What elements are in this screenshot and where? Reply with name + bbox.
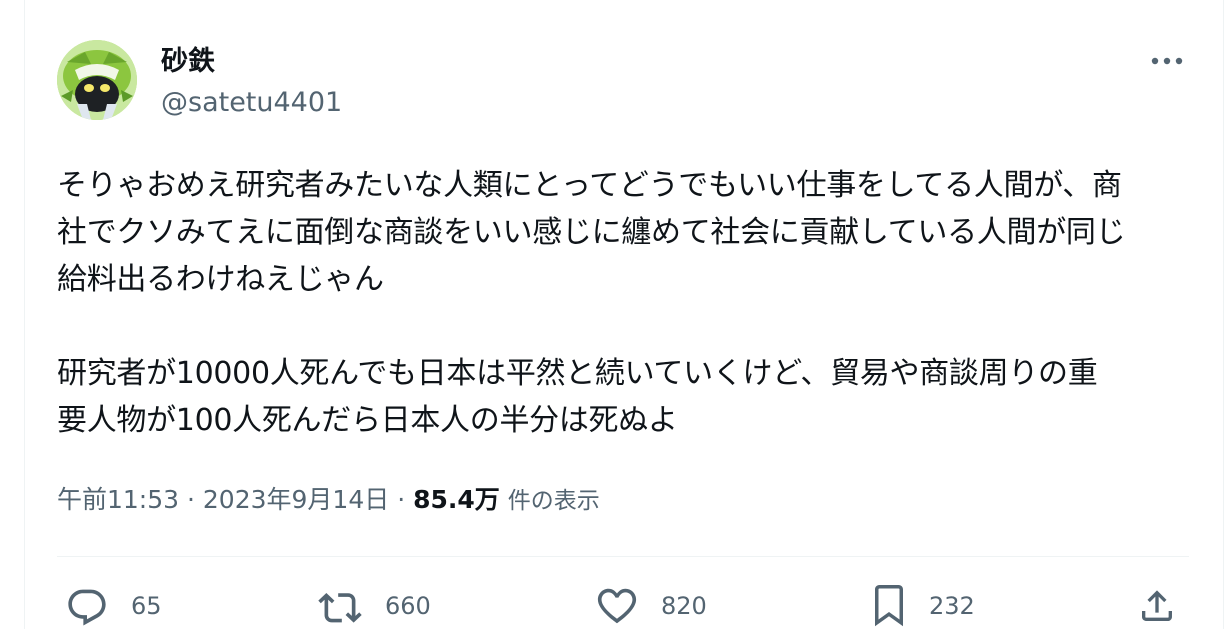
avatar-image [57,40,137,120]
more-horizontal-icon [1151,57,1183,65]
tweet-date[interactable]: 2023年9月14日 [203,485,389,514]
bookmark-count: 232 [929,592,975,620]
tweet-card: 砂鉄 @satetu4401 そりゃおめえ研究者みたいな人類にとってどうでもいい… [24,0,1224,629]
user-handle[interactable]: @satetu4401 [161,86,342,120]
bookmark-icon [875,585,903,627]
reply-count: 65 [131,592,162,620]
meta-separator: · [397,485,406,514]
tweet-text: そりゃおめえ研究者みたいな人類にとってどうでもいい仕事をしてる人間が、商 社でク… [57,168,1126,438]
views-label: 件の表示 [507,488,600,514]
like-button[interactable]: 820 [595,582,707,630]
tweet-time[interactable]: 午前11:53 [57,485,179,514]
heart-icon [597,588,637,624]
display-name[interactable]: 砂鉄 [161,44,215,80]
retweet-icon [318,593,362,623]
reply-button[interactable]: 65 [65,582,162,630]
divider [57,556,1189,557]
bookmark-button[interactable]: 232 [871,582,975,630]
meta-separator: · [187,485,195,514]
tweet-meta: 午前11:53 · 2023年9月14日 · 85.4万 件の表示 [57,482,600,519]
more-options-button[interactable] [1147,46,1187,76]
retweet-button[interactable]: 660 [317,582,431,630]
like-count: 820 [661,592,707,620]
share-icon [1142,590,1172,621]
share-button[interactable] [1137,582,1177,630]
reply-icon [68,589,106,626]
retweet-count: 660 [385,592,431,620]
avatar[interactable] [57,40,137,120]
views-count[interactable]: 85.4万 [413,485,500,514]
